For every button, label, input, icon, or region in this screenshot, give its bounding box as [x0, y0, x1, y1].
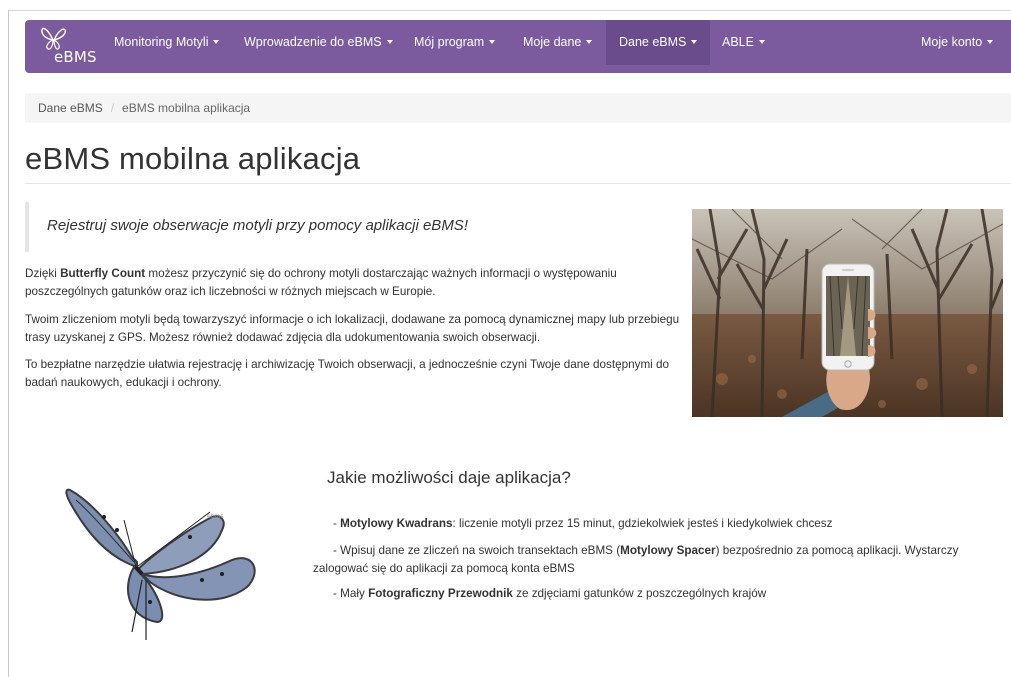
nav-moje-konto[interactable]: Moje konto: [921, 20, 994, 65]
feature-item-spacer: - Wpisuj dane ze zliczeń na swoich trans…: [313, 542, 1011, 577]
intro-quote: Rejestruj swoje obserwacje motyli przy p…: [25, 202, 665, 252]
nav-label: Mój program: [414, 35, 485, 49]
breadcrumb-separator: /: [110, 101, 115, 115]
feature-name-spacer: Motylowy Spacer: [620, 544, 716, 557]
breadcrumb-link-dane-ebms[interactable]: Dane eBMS: [38, 101, 103, 115]
page-title: eBMS mobilna aplikacja: [25, 141, 361, 176]
title-divider: [25, 183, 1011, 184]
nav-moj-program[interactable]: Mój program: [414, 20, 496, 65]
butterfly-count-name: Butterfly Count: [60, 267, 146, 280]
nav-label: Moje dane: [523, 35, 582, 49]
nav-able[interactable]: ABLE: [722, 20, 765, 65]
feature-text: ze zdjęciami gatunków z poszczególnych k…: [512, 587, 767, 600]
feature-item-kwadrans: - Motylowy Kwadrans: liczenie motyli prz…: [313, 515, 1011, 533]
nav-dane-ebms[interactable]: Dane eBMS: [606, 20, 711, 65]
intro-paragraph-3: To bezpłatne narzędzie ułatwia rejestrac…: [25, 358, 670, 389]
feature-text: - Mały: [333, 587, 369, 600]
page-frame-top: [8, 10, 1011, 11]
caret-down-icon: [758, 39, 765, 44]
feature-text: : liczenie motyli przez 15 minut, gdziek…: [452, 517, 833, 530]
caret-down-icon: [213, 39, 220, 44]
blue-butterfly-icon: ebms: [65, 488, 256, 640]
feature-item-przewodnik: - Mały Fotograficzny Przewodnik ze zdjęc…: [313, 585, 1011, 603]
caret-down-icon: [987, 39, 994, 44]
top-navbar: eBMS Monitoring Motyli Wprowadzenie do e…: [25, 20, 1011, 73]
logo-text: eBMS: [54, 48, 97, 66]
nav-wprowadzenie[interactable]: Wprowadzenie do eBMS: [244, 20, 393, 65]
page-frame-left: [8, 10, 9, 677]
nav-label: Wprowadzenie do eBMS: [244, 35, 382, 49]
nav-label: Dane eBMS: [619, 35, 687, 49]
phone-in-forest-photo: [692, 209, 1003, 417]
butterfly-image: ebms: [62, 462, 262, 647]
nav-moje-dane[interactable]: Moje dane: [523, 20, 593, 65]
nav-label: Moje konto: [921, 35, 983, 49]
features-heading: Jakie możliwości daje aplikacja?: [327, 468, 571, 487]
caret-down-icon: [386, 39, 393, 44]
feature-text: - Wpisuj dane ze zliczeń na swoich trans…: [333, 544, 621, 557]
caret-down-icon: [586, 39, 593, 44]
nav-label: ABLE: [722, 35, 754, 49]
feature-name-przewodnik: Fotograficzny Przewodnik: [368, 587, 513, 600]
intro-paragraph-1: Dzięki Butterfly Count możesz przyczynić…: [25, 265, 695, 300]
caret-down-icon: [489, 39, 496, 44]
breadcrumb: Dane eBMS / eBMS mobilna aplikacja: [25, 93, 1011, 123]
nav-monitoring-motyli[interactable]: Monitoring Motyli: [114, 20, 220, 65]
ebms-logo[interactable]: eBMS: [35, 22, 105, 70]
para-text: Dzięki: [25, 267, 61, 280]
feature-name-kwadrans: Motylowy Kwadrans: [340, 517, 453, 530]
intro-paragraph-2: Twoim zliczeniom motyli będą towarzyszyć…: [25, 313, 680, 344]
nav-label: Monitoring Motyli: [114, 35, 209, 49]
forest-photo-image: [692, 209, 1003, 417]
butterfly-watermark: ebms: [207, 513, 223, 520]
caret-down-icon: [691, 39, 698, 44]
breadcrumb-current: eBMS mobilna aplikacja: [122, 101, 251, 115]
